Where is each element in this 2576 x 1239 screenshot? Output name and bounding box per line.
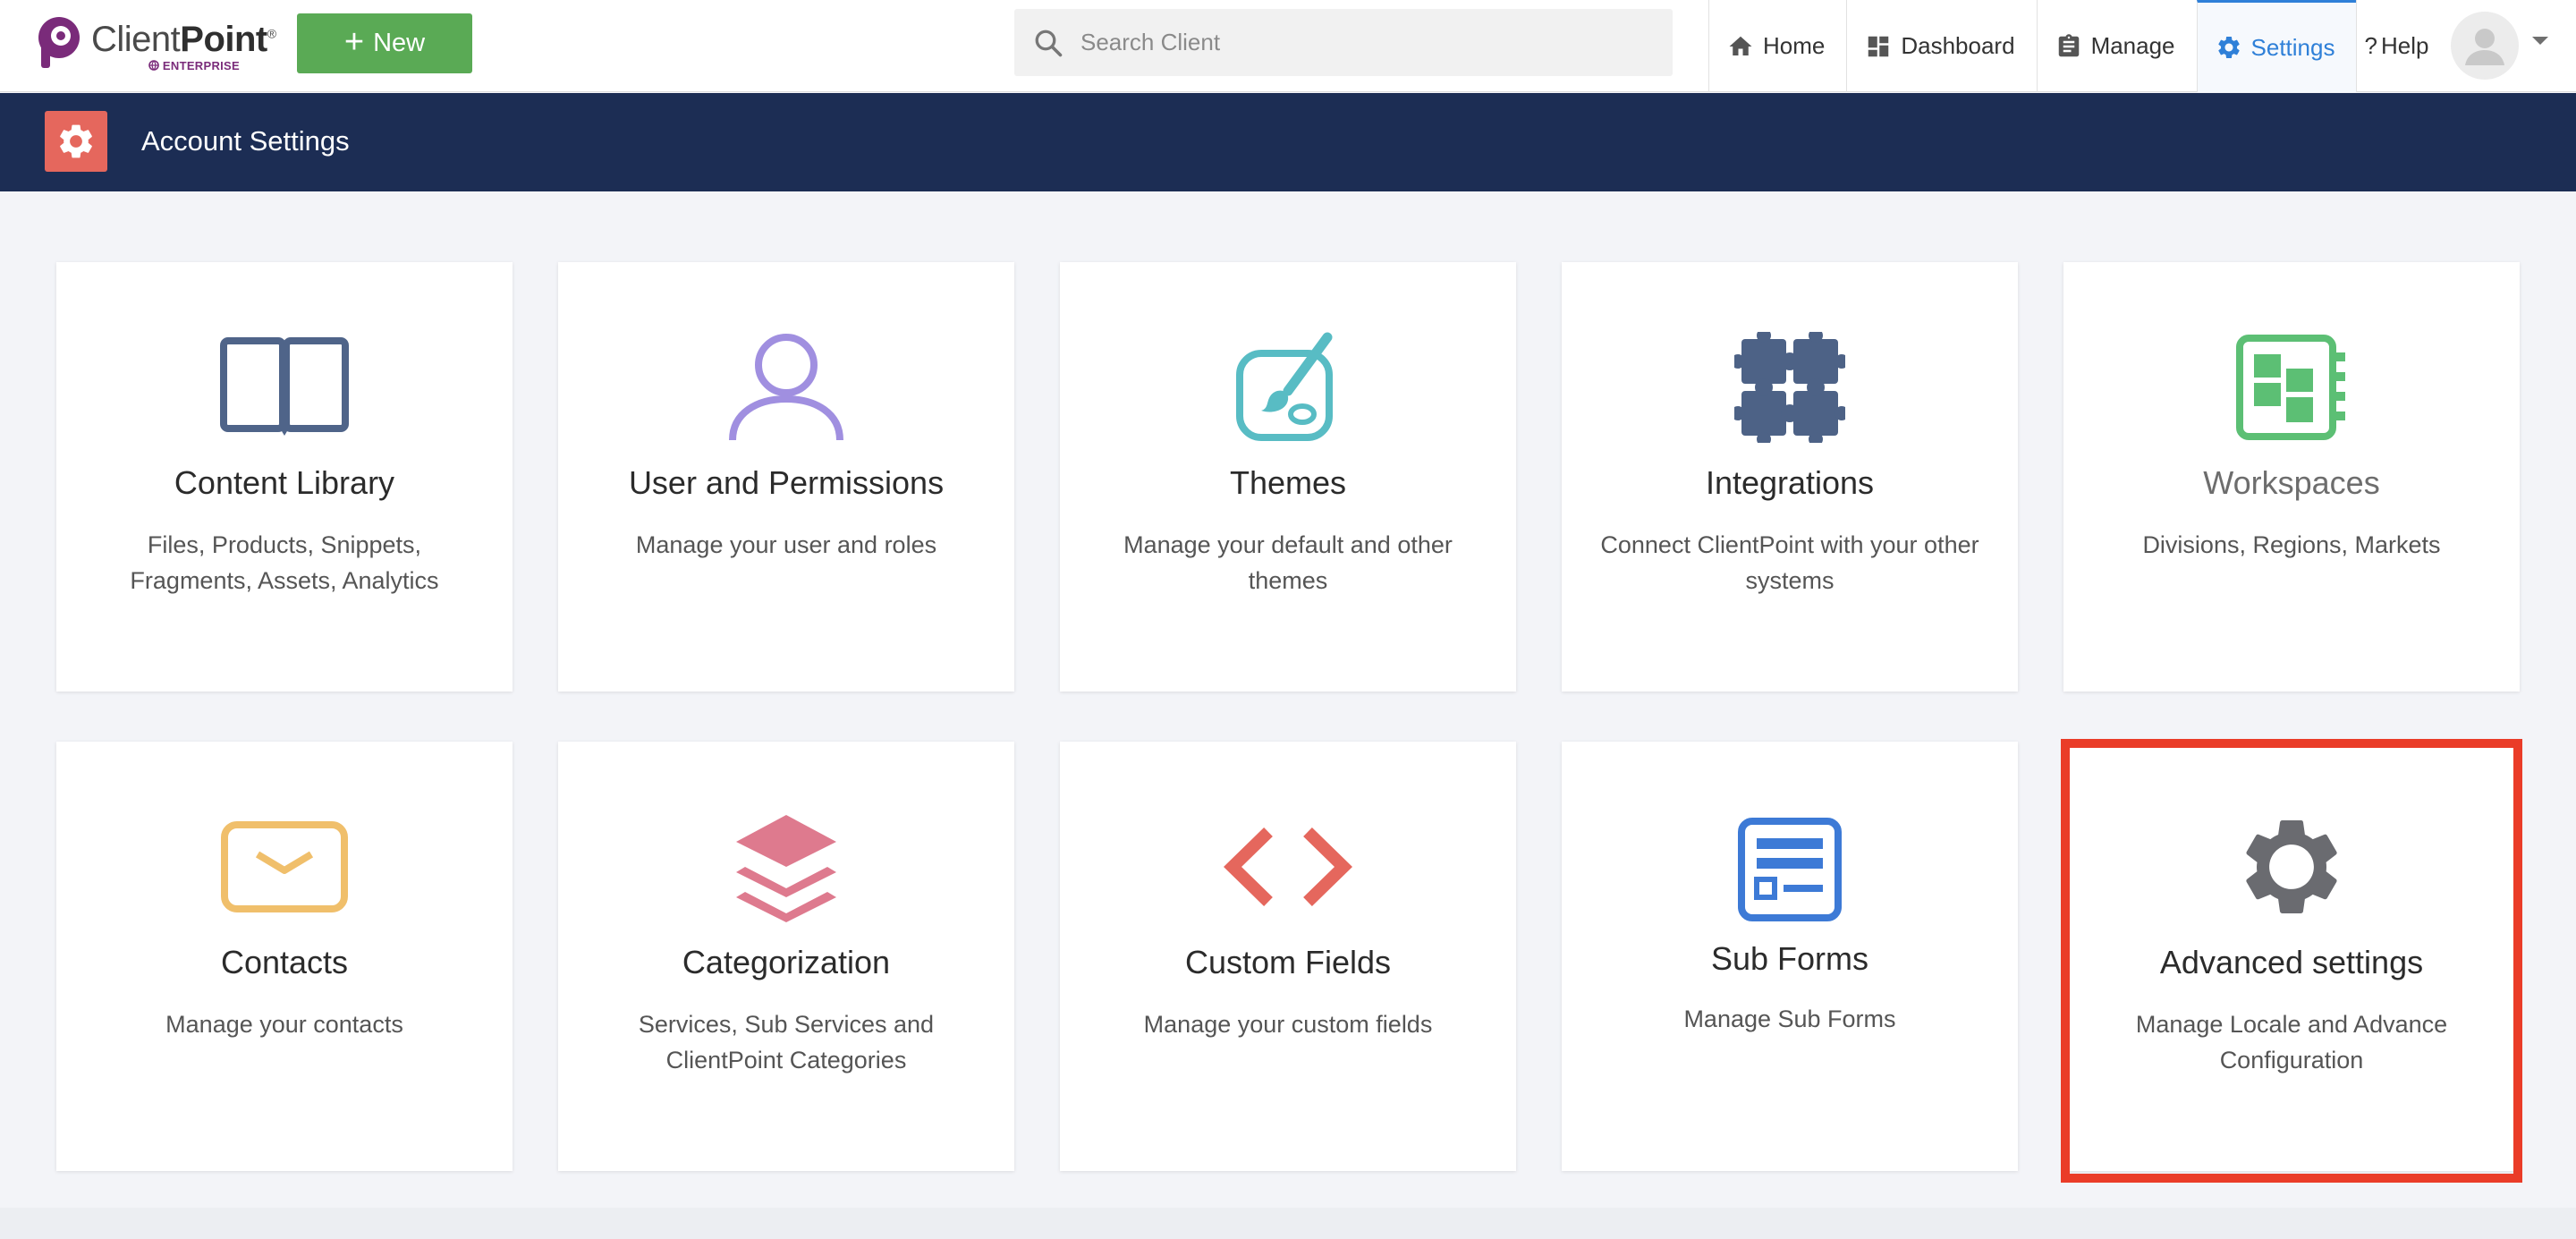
chevron-down-icon[interactable] [2531, 36, 2549, 47]
settings-gear-icon [2217, 36, 2240, 58]
card-description: Manage your user and roles [635, 531, 937, 558]
layers-icon [736, 815, 836, 922]
card-description: Manage your contacts [165, 1011, 403, 1038]
card-description: Manage your default and other themes [1123, 531, 1453, 594]
gear-icon [2246, 819, 2337, 913]
card-description: Manage your custom fields [1143, 1011, 1433, 1038]
nav-help-label: Help [2380, 32, 2429, 59]
question-icon: ? [2364, 32, 2377, 59]
main-nav: Home Dashboard Manage Settings ? Help [1708, 0, 2436, 92]
page-header: Account Settings [0, 93, 2576, 191]
card-content-library[interactable]: Content Library Files, Products, Snippet… [56, 262, 513, 692]
card-advanced-settings[interactable]: Advanced settings Manage Locale and Adva… [2063, 742, 2520, 1171]
nav-dashboard-label: Dashboard [1901, 32, 2015, 59]
card-title: Sub Forms [1710, 940, 1869, 977]
nav-dashboard[interactable]: Dashboard [1846, 0, 2036, 92]
card-description: Divisions, Regions, Markets [2142, 531, 2441, 558]
form-icon [1738, 818, 1842, 921]
card-sub-forms[interactable]: Sub Forms Manage Sub Forms [1562, 742, 2018, 1171]
nav-manage-label: Manage [2090, 32, 2175, 59]
clientpoint-logo[interactable]: ClientPoint® ENTERPRISE [34, 14, 276, 77]
code-icon [1224, 827, 1352, 907]
palette-icon [1236, 332, 1333, 441]
search-box[interactable] [1014, 9, 1673, 76]
card-user-and-permissions[interactable]: User and Permissions Manage your user an… [558, 262, 1014, 692]
book-icon [220, 337, 349, 436]
clipboard-icon [2058, 33, 2079, 56]
puzzle-icon [1734, 332, 1845, 443]
card-description: Services, Sub Services and ClientPoint C… [638, 1011, 935, 1074]
card-themes[interactable]: Themes Manage your default and other the… [1060, 262, 1516, 692]
card-description: Connect ClientPoint with your other syst… [1600, 531, 1979, 594]
nav-settings-label: Settings [2250, 33, 2335, 61]
nav-help[interactable]: ? Help [2356, 0, 2436, 92]
search-icon [1035, 30, 1063, 56]
card-integrations[interactable]: Integrations Connect ClientPoint with yo… [1562, 262, 2018, 692]
search-input[interactable] [1080, 29, 1635, 56]
dashboard-icon [1868, 36, 1889, 56]
logo-edition: ENTERPRISE [148, 59, 240, 72]
card-title: Themes [1229, 464, 1347, 501]
logo-mark-icon [38, 17, 80, 68]
user-icon [729, 334, 843, 441]
home-icon [1729, 36, 1752, 55]
card-title: Integrations [1705, 464, 1875, 501]
envelope-icon [221, 821, 348, 912]
gear-icon [60, 124, 92, 158]
nav-settings[interactable]: Settings [2196, 0, 2357, 92]
plus-icon: + [343, 22, 365, 61]
top-navbar: ClientPoint® ENTERPRISE + New Home Dashb… [0, 0, 2576, 92]
card-categorization[interactable]: Categorization Services, Sub Services an… [558, 742, 1014, 1171]
nav-home[interactable]: Home [1708, 0, 1846, 92]
card-description: Manage Locale and Advance Configuration [2135, 1011, 2448, 1074]
card-title: Advanced settings [2159, 944, 2424, 980]
card-description: Files, Products, Snippets, Fragments, As… [130, 531, 439, 594]
header-settings-badge [45, 111, 107, 172]
new-button[interactable]: + New [297, 13, 472, 73]
workspace-icon [2236, 335, 2345, 440]
nav-home-label: Home [1763, 32, 1826, 59]
card-title: Custom Fields [1184, 944, 1392, 980]
card-contacts[interactable]: Contacts Manage your contacts [56, 742, 513, 1171]
avatar[interactable] [2451, 12, 2519, 80]
page-footer-edge [0, 1208, 2576, 1239]
card-title: User and Permissions [628, 464, 945, 501]
card-workspaces[interactable]: Workspaces Divisions, Regions, Markets [2063, 262, 2520, 692]
globe-icon [148, 60, 159, 71]
card-title: Contacts [220, 944, 349, 980]
card-title: Workspaces [2203, 464, 2380, 501]
card-title: Categorization [682, 944, 891, 980]
new-button-label: New [373, 29, 426, 57]
card-custom-fields[interactable]: Custom Fields Manage your custom fields [1060, 742, 1516, 1171]
nav-manage[interactable]: Manage [2036, 0, 2197, 92]
card-description: Manage Sub Forms [1683, 1006, 1896, 1032]
user-avatar-icon [2465, 29, 2504, 65]
page-title: Account Settings [141, 125, 350, 157]
card-title: Content Library [174, 464, 395, 501]
logo-wordmark: ClientPoint® [91, 20, 276, 59]
